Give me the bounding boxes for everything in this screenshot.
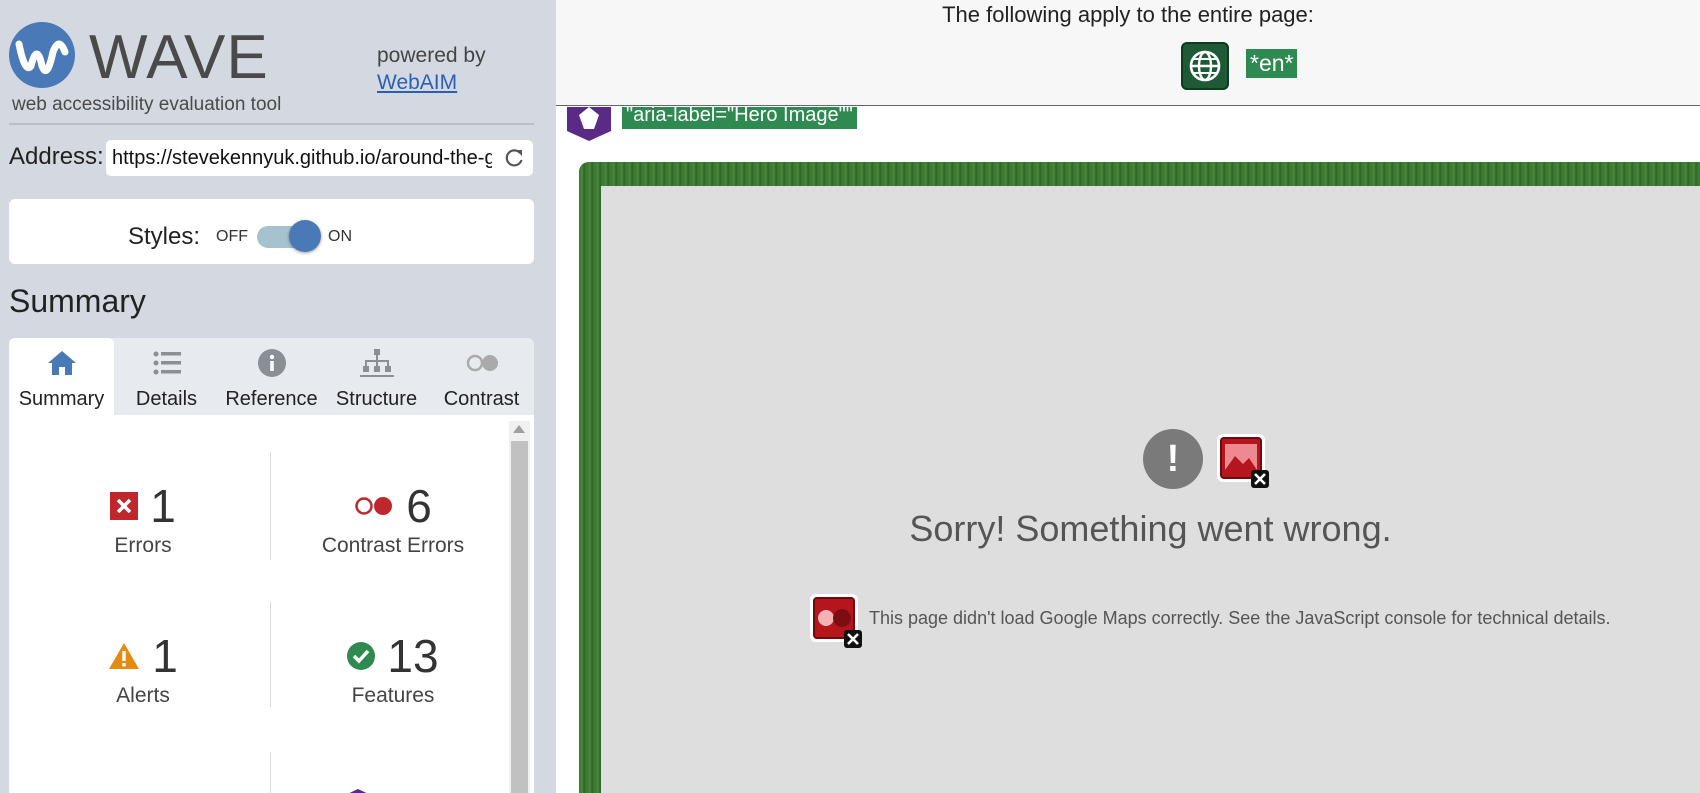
page-level-text: The following apply to the entire page: <box>942 2 1314 27</box>
styles-off-label: OFF <box>216 228 248 245</box>
features-count: 13 <box>387 630 439 682</box>
error-icon <box>110 492 139 520</box>
stat-features[interactable]: 13 Features <box>273 630 513 708</box>
errors-count: 1 <box>150 480 176 532</box>
aria-label-icon[interactable] <box>566 107 612 141</box>
info-icon <box>258 349 286 377</box>
logo-divider <box>9 123 534 125</box>
wave-logo-icon <box>9 22 75 88</box>
styles-on-label: ON <box>328 228 352 245</box>
summary-scrollbar[interactable] <box>509 421 530 793</box>
stat-errors[interactable]: 1 Errors <box>33 480 253 558</box>
summary-heading: Summary <box>9 283 146 319</box>
tab-contrast-label: Contrast <box>443 388 520 410</box>
stat-divider <box>270 752 271 793</box>
contrast-error-flag-icon[interactable] <box>808 592 864 648</box>
alerts-label: Alerts <box>116 684 170 707</box>
wave-logo-area: WAVE web accessibility evaluation tool p… <box>0 0 556 125</box>
address-label: Address: <box>9 143 104 170</box>
summary-panel: 1 Errors 6 Contrast Errors 1 Alerts 13 F… <box>9 415 534 793</box>
styles-label: Styles: <box>128 223 201 250</box>
address-input[interactable] <box>112 144 492 172</box>
aria-label-strip: "aria-label="Hero Image"" <box>556 107 1700 142</box>
wave-tagline: web accessibility evaluation tool <box>12 94 282 115</box>
address-bar <box>106 140 533 176</box>
tab-summary[interactable]: Summary <box>9 338 114 415</box>
map-error-exclamation-icon: ! <box>1143 429 1203 489</box>
map-error-detail: This page didn't load Google Maps correc… <box>869 608 1611 628</box>
tab-structure-label: Structure <box>335 388 418 410</box>
tab-summary-label: Summary <box>18 388 105 410</box>
wave-wordmark: WAVE <box>89 23 269 92</box>
aria-label-tag: "aria-label="Hero Image"" <box>622 107 857 129</box>
stat-alerts[interactable]: 1 Alerts <box>33 630 253 708</box>
panel-tabs: Summary Details Reference Structure Cont… <box>9 338 534 415</box>
stat-divider <box>270 602 271 707</box>
alerts-count: 1 <box>152 630 178 682</box>
list-icon <box>153 351 181 375</box>
contrast-errors-label: Contrast Errors <box>321 534 465 557</box>
sitemap-icon <box>360 349 394 377</box>
stat-divider <box>270 452 271 560</box>
webaim-link[interactable]: WebAIM <box>377 69 457 97</box>
map-error-title: Sorry! Something went wrong. <box>909 508 1392 549</box>
tab-contrast[interactable]: Contrast <box>429 338 534 415</box>
home-icon <box>48 351 76 375</box>
tab-details-label: Details <box>135 388 198 410</box>
styles-toggle-knob[interactable] <box>289 220 321 252</box>
tab-structure[interactable]: Structure <box>324 338 429 415</box>
styles-toggle-card: Styles: OFF ON <box>9 199 534 264</box>
refresh-icon[interactable] <box>503 147 525 169</box>
globe-language-icon[interactable] <box>1181 42 1229 90</box>
errors-label: Errors <box>114 534 172 557</box>
google-map-area: ! Sorry! Something went wrong. This page… <box>601 186 1700 793</box>
language-tag: *en* <box>1246 49 1298 78</box>
wave-sidebar: WAVE web accessibility evaluation tool p… <box>0 0 556 793</box>
contrast-icon <box>466 354 498 372</box>
tab-reference[interactable]: Reference <box>219 338 324 415</box>
structure-icon <box>349 789 367 793</box>
stat-contrast-errors[interactable]: 6 Contrast Errors <box>273 480 513 558</box>
image-error-icon[interactable] <box>1215 432 1271 488</box>
tab-details[interactable]: Details <box>114 338 219 415</box>
page-level-header: The following apply to the entire page: … <box>556 0 1700 106</box>
scroll-up-arrow-icon[interactable] <box>513 425 525 433</box>
feature-check-icon <box>347 642 376 670</box>
contrast-errors-count: 6 <box>406 480 432 532</box>
features-label: Features <box>351 684 435 707</box>
alert-icon <box>109 643 140 669</box>
contrast-error-icon <box>355 497 393 515</box>
powered-by-text: powered by <box>377 44 486 67</box>
scrollbar-thumb[interactable] <box>511 441 528 793</box>
tab-reference-label: Reference <box>225 388 318 410</box>
